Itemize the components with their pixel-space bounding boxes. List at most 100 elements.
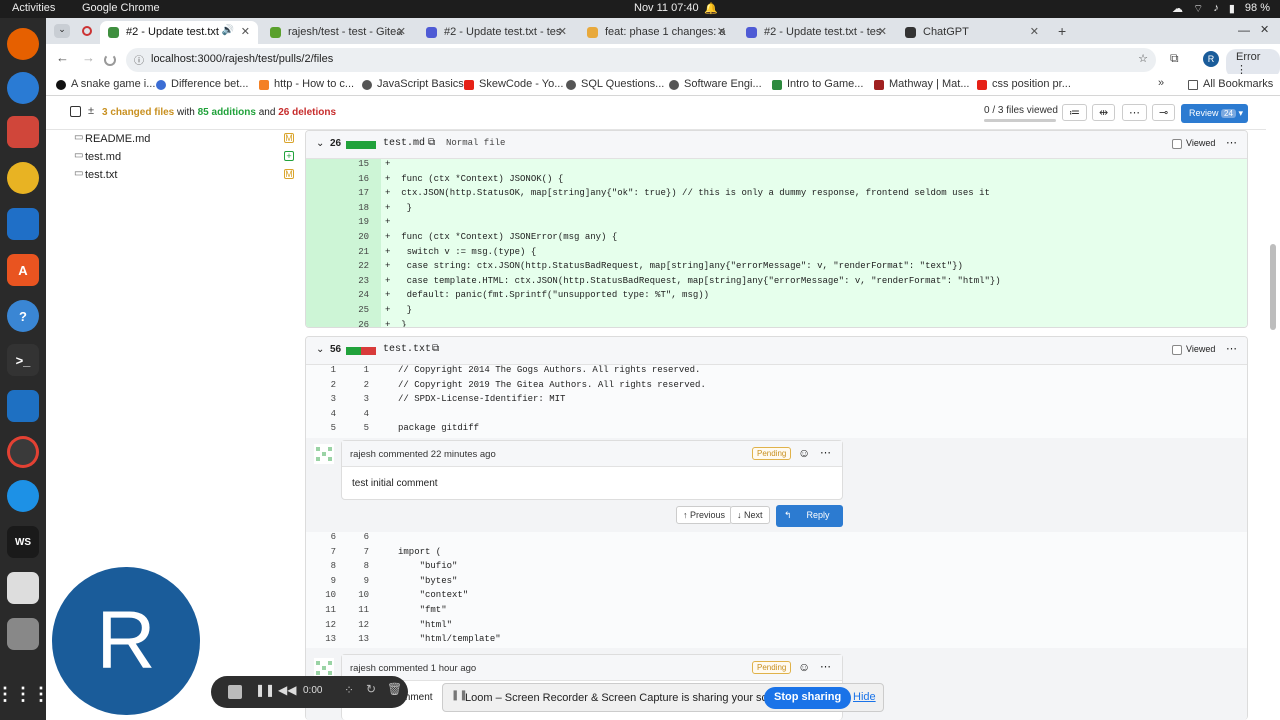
close-icon[interactable]: ✕ xyxy=(397,25,406,38)
line-number[interactable]: 17 xyxy=(343,188,369,198)
commit-icon[interactable]: ⊸ xyxy=(1152,104,1176,121)
activities-button[interactable]: Activities xyxy=(12,2,55,14)
old-line-number[interactable]: 11 xyxy=(310,605,336,615)
reply-button[interactable]: ↰ Reply xyxy=(776,505,843,527)
file-menu-icon[interactable]: ⋯ xyxy=(1226,342,1237,355)
new-line-number[interactable]: 7 xyxy=(343,547,369,557)
bookmark-item[interactable]: Intro to Game... xyxy=(772,78,863,90)
bookmark-item[interactable]: Difference bet... xyxy=(156,78,248,90)
new-line-number[interactable]: 3 xyxy=(343,394,369,404)
old-line-number[interactable]: 12 xyxy=(310,620,336,630)
all-bookmarks[interactable]: All Bookmarks xyxy=(1188,78,1273,90)
bookmark-item[interactable]: JavaScript Basics xyxy=(362,78,464,90)
close-icon[interactable]: ✕ xyxy=(717,25,726,38)
next-button[interactable]: ↓ Next xyxy=(730,506,770,524)
collapse-chevron-icon[interactable]: ⌄ xyxy=(316,344,324,355)
show-apps-icon[interactable]: ⋮⋮⋮ xyxy=(0,678,50,710)
app-menu[interactable]: Google Chrome xyxy=(82,2,160,14)
bookmark-item[interactable]: Mathway | Mat... xyxy=(874,78,970,90)
line-number[interactable]: 22 xyxy=(343,261,369,271)
reaction-icon[interactable]: ☺ xyxy=(798,446,810,460)
old-line-number[interactable]: 10 xyxy=(310,590,336,600)
bookmark-item[interactable]: css position pr... xyxy=(977,78,1071,90)
tab-3[interactable]: feat: phase 1 changes: a ✕ xyxy=(579,21,734,44)
tab-5[interactable]: ChatGPT ✕ xyxy=(897,21,1047,44)
comment-menu-icon[interactable]: ⋯ xyxy=(820,446,831,459)
close-icon[interactable]: ✕ xyxy=(878,25,887,38)
identicon-avatar[interactable] xyxy=(314,658,334,678)
hide-button[interactable]: Hide xyxy=(853,691,876,703)
bookmark-star-icon[interactable]: ☆ xyxy=(1138,52,1148,65)
new-line-number[interactable]: 6 xyxy=(343,532,369,542)
changed-files-link[interactable]: 3 changed files xyxy=(102,107,174,118)
bookmark-item[interactable]: http - How to c... xyxy=(259,78,354,90)
chrome-icon[interactable] xyxy=(7,436,39,468)
writer-icon[interactable] xyxy=(7,208,39,240)
line-number[interactable]: 20 xyxy=(343,232,369,242)
line-number[interactable]: 25 xyxy=(343,305,369,315)
rewind-icon[interactable]: ◀◀ xyxy=(278,683,296,697)
copy-path-icon[interactable]: ⧉ xyxy=(428,137,435,148)
delete-icon[interactable]: 🗑 xyxy=(387,682,402,696)
file-name[interactable]: test.txt xyxy=(383,344,431,355)
audio-icon[interactable]: 🔊 xyxy=(222,25,234,36)
bookmark-item[interactable]: A snake game i... xyxy=(56,78,155,90)
new-line-number[interactable]: 13 xyxy=(343,634,369,644)
viewed-checkbox[interactable] xyxy=(1172,139,1182,149)
rhythmbox-icon[interactable] xyxy=(7,162,39,194)
collapse-chevron-icon[interactable]: ⌄ xyxy=(316,138,324,149)
new-line-number[interactable]: 10 xyxy=(343,590,369,600)
tab-search-icon[interactable]: ⌄ xyxy=(54,24,70,38)
new-line-number[interactable]: 5 xyxy=(343,423,369,433)
docker-icon[interactable] xyxy=(7,480,39,512)
stop-recording-icon[interactable] xyxy=(228,685,242,699)
more-bookmarks-icon[interactable]: » xyxy=(1158,77,1164,89)
extensions-icon[interactable]: ⧉ xyxy=(1170,51,1179,66)
reaction-icon[interactable]: ☺ xyxy=(798,660,810,674)
copy-path-icon[interactable]: ⧉ xyxy=(432,343,439,354)
minimize-button[interactable]: — xyxy=(1238,23,1250,37)
drawing-tool-icon[interactable]: ⁘ xyxy=(344,683,354,697)
loading-spinner-icon[interactable] xyxy=(104,54,116,66)
old-line-number[interactable]: 8 xyxy=(310,561,336,571)
bookmark-item[interactable]: Software Engi... xyxy=(669,78,762,90)
whitespace-toggle-button[interactable]: ≔ xyxy=(1062,104,1087,121)
identicon-avatar[interactable] xyxy=(314,444,334,464)
line-number[interactable]: 21 xyxy=(343,247,369,257)
new-line-number[interactable]: 4 xyxy=(343,409,369,419)
loom-camera-bubble[interactable]: R xyxy=(52,567,200,715)
toggle-file-tree-icon[interactable] xyxy=(70,106,81,117)
old-line-number[interactable]: 3 xyxy=(310,394,336,404)
vscode-icon[interactable] xyxy=(7,390,39,422)
new-line-number[interactable]: 1 xyxy=(343,365,369,375)
line-number[interactable]: 15 xyxy=(343,159,369,169)
ssd-icon[interactable] xyxy=(7,618,39,650)
site-info-icon[interactable]: ⓘ xyxy=(134,52,144,67)
back-button[interactable]: ← xyxy=(56,50,69,65)
page-scrollbar[interactable] xyxy=(1270,244,1276,330)
new-line-number[interactable]: 9 xyxy=(343,576,369,586)
old-line-number[interactable]: 6 xyxy=(310,532,336,542)
clock[interactable]: Nov 11 07:40 xyxy=(634,2,699,14)
comment-author[interactable]: rajesh commented 1 hour ago xyxy=(350,663,476,674)
tab-4[interactable]: #2 - Update test.txt - tes ✕ xyxy=(738,21,895,44)
more-options-button[interactable]: ⋯ xyxy=(1122,104,1147,121)
file-tree-item[interactable]: test.txt xyxy=(85,169,117,181)
file-menu-icon[interactable]: ⋯ xyxy=(1226,136,1237,149)
tab-1[interactable]: rajesh/test - test - Gitea ✕ xyxy=(262,21,414,44)
old-line-number[interactable]: 9 xyxy=(310,576,336,586)
text-editor-icon[interactable] xyxy=(7,572,39,604)
stop-sharing-button[interactable]: Stop sharing xyxy=(764,687,852,709)
line-number[interactable]: 26 xyxy=(343,320,369,327)
restart-icon[interactable]: ↻ xyxy=(366,682,376,696)
line-number[interactable]: 23 xyxy=(343,276,369,286)
new-line-number[interactable]: 8 xyxy=(343,561,369,571)
firefox-icon[interactable] xyxy=(7,28,39,60)
old-line-number[interactable]: 13 xyxy=(310,634,336,644)
terminal-icon[interactable]: >_ xyxy=(7,344,39,376)
new-line-number[interactable]: 2 xyxy=(343,380,369,390)
line-number[interactable]: 18 xyxy=(343,203,369,213)
tab-0[interactable]: #2 - Update test.txt 🔊 ✕ xyxy=(100,21,258,44)
close-icon[interactable]: ✕ xyxy=(558,25,567,38)
review-button[interactable]: Review 24 ▾ xyxy=(1181,104,1248,123)
